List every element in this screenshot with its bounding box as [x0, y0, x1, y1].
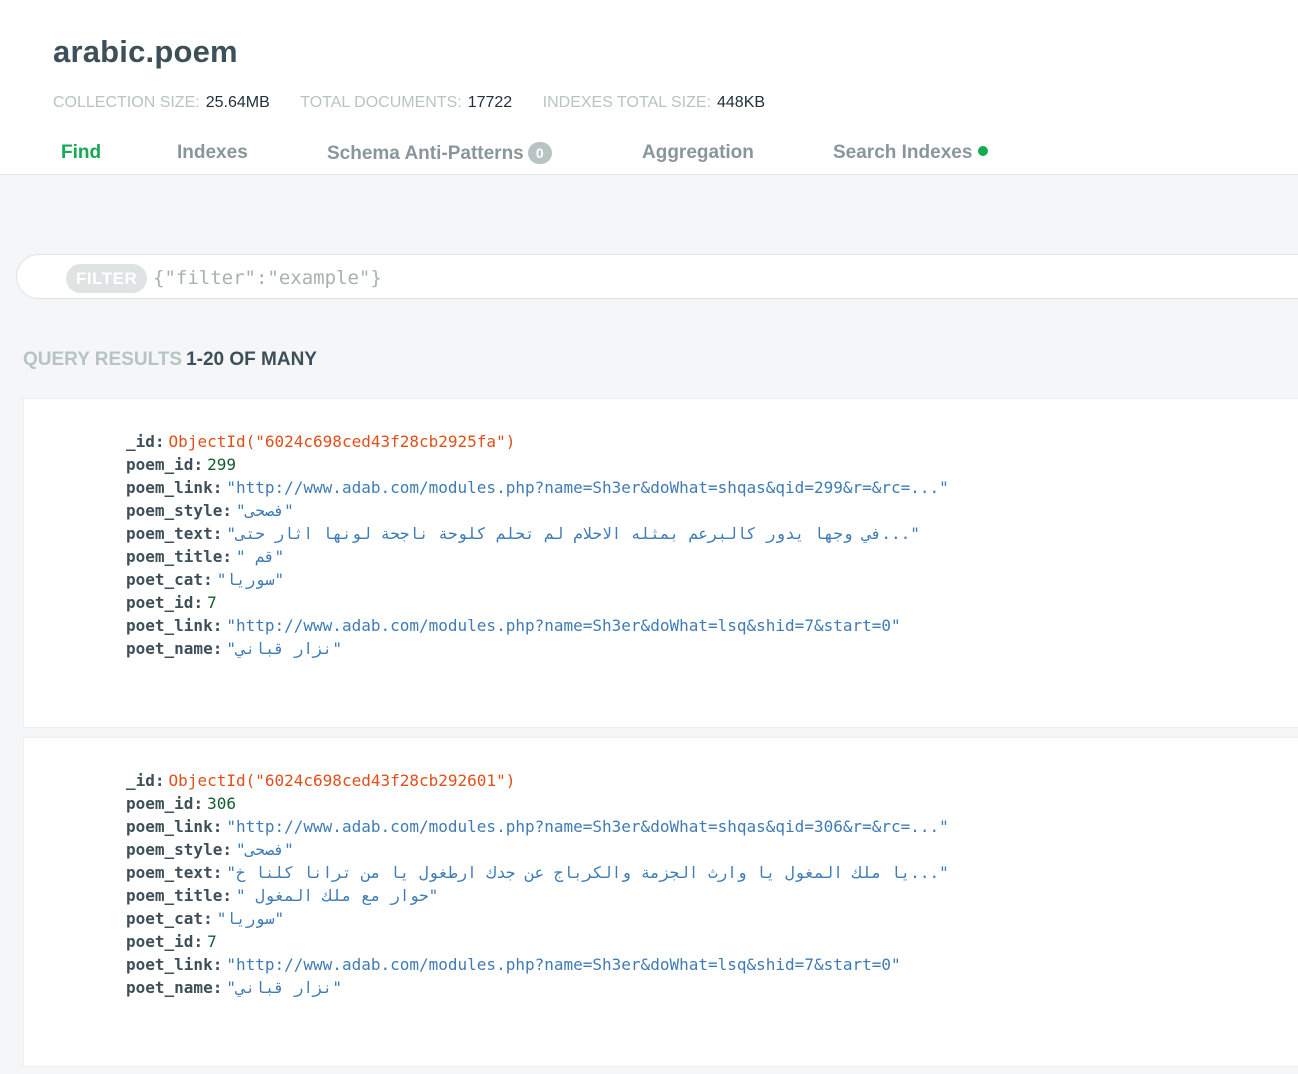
filter-bar: FILTER [16, 254, 1298, 299]
field-poet-name: poet_name: "نزار قباني" [126, 978, 342, 997]
field-key: poet_name [126, 978, 213, 997]
field-key: poet_id [126, 932, 194, 951]
field-value: "نزار قباني" [226, 639, 342, 658]
stat-value: 25.64MB [205, 94, 270, 111]
field-value: 7 [207, 593, 217, 612]
document-fields: _id: ObjectId("6024c698ced43f28cb292601")… [126, 769, 949, 999]
collection-tabs: Find Indexes Schema Anti-Patterns 0 Aggre… [0, 138, 1298, 174]
status-dot-icon [978, 146, 989, 156]
stat-collection-size: COLLECTION SIZE: 25.64MB [53, 94, 270, 112]
tab-find[interactable]: Find [61, 142, 101, 164]
field-key: poet_link [126, 616, 213, 635]
field-key: poem_title [126, 886, 223, 905]
field-poem-link: poem_link: "http://www.adab.com/modules.p… [126, 817, 949, 836]
field-poet-name: poet_name: "نزار قباني" [126, 639, 342, 658]
field-key: poet_id [126, 593, 194, 612]
query-results-label: QUERY RESULTS [23, 349, 183, 370]
field-poem-id: poem_id: 299 [126, 455, 236, 474]
stat-total-documents: TOTAL DOCUMENTS: 17722 [300, 94, 512, 112]
collection-header: arabic.poem COLLECTION SIZE: 25.64MB TOTA… [0, 0, 1298, 175]
field-poem-title: poem_title: " قم" [126, 547, 285, 566]
tab-search-indexes[interactable]: Search Indexes [833, 142, 989, 164]
field-value: "http://www.adab.com/modules.php?name=Sh… [226, 817, 949, 836]
query-results-range: 1-20 OF MANY [186, 349, 317, 370]
field-key: poem_link [126, 478, 213, 497]
field-value: 299 [207, 455, 236, 474]
field-poet-link: poet_link: "http://www.adab.com/modules.p… [126, 955, 901, 974]
field-value: "http://www.adab.com/modules.php?name=Sh… [226, 616, 901, 635]
find-view: FILTER QUERY RESULTS1-20 OF MANY _id:Obj… [0, 175, 1298, 1074]
field-key: poem_style [126, 840, 223, 859]
field-id: _id: ObjectId("6024c698ced43f28cb292601") [126, 771, 516, 790]
document-card[interactable]: _id: ObjectId("6024c698ced43f28cb2925fa")… [23, 398, 1298, 728]
field-key: poet_cat [126, 909, 204, 928]
field-value: ObjectId("6024c698ced43f28cb2925fa") [168, 432, 516, 451]
field-key: poem_id [126, 794, 194, 813]
tab-label: Schema Anti-Patterns [327, 143, 524, 164]
collection-stats: COLLECTION SIZE: 25.64MB TOTAL DOCUMENTS:… [53, 94, 791, 112]
field-value: "فصحى" [235, 501, 294, 520]
field-poem-link: poem_link: "http://www.adab.com/modules.p… [126, 478, 949, 497]
field-value: "فصحى" [235, 840, 294, 859]
stat-value: 448KB [717, 94, 766, 111]
document-card[interactable]: _id: ObjectId("6024c698ced43f28cb292601")… [23, 737, 1298, 1067]
field-key: _id [126, 771, 155, 790]
field-value: "نزار قباني" [226, 978, 342, 997]
field-value: "سوريا" [216, 570, 285, 589]
stat-indexes-total-size: INDEXES TOTAL SIZE: 448KB [543, 94, 765, 112]
field-value: 306 [207, 794, 236, 813]
field-key: poem_title [126, 547, 223, 566]
tab-label: Search Indexes [833, 142, 973, 163]
field-value: " قم" [235, 547, 285, 566]
query-results-heading: QUERY RESULTS 1-20 OF MANY [23, 349, 317, 371]
field-poet-cat: poet_cat: "سوريا" [126, 909, 285, 928]
field-value: 7 [207, 932, 217, 951]
field-poem-style: poem_style: "فصحى" [126, 501, 294, 520]
stat-value: 17722 [467, 94, 513, 111]
field-poet-id: poet_id: 7 [126, 593, 217, 612]
field-key: poet_link [126, 955, 213, 974]
field-value: "http://www.adab.com/modules.php?name=Sh… [226, 478, 949, 497]
field-key: poet_name [126, 639, 213, 658]
field-id: _id: ObjectId("6024c698ced43f28cb2925fa") [126, 432, 516, 451]
field-key: poem_text [126, 524, 213, 543]
field-value: "في وجها يدور كالبرعم بمثله الاحلام لم ت… [226, 524, 920, 543]
field-poet-cat: poet_cat: "سوريا" [126, 570, 285, 589]
stat-label: INDEXES TOTAL SIZE: [542, 94, 711, 111]
collection-title: arabic.poem [53, 34, 238, 69]
document-fields: _id: ObjectId("6024c698ced43f28cb2925fa")… [126, 430, 949, 660]
field-poem-text: poem_text: "يا ملك المغول يا وارث الجزمة … [126, 863, 949, 882]
tab-schema-anti-patterns[interactable]: Schema Anti-Patterns 0 [327, 142, 552, 165]
stat-label: TOTAL DOCUMENTS: [300, 94, 462, 111]
field-poet-link: poet_link: "http://www.adab.com/modules.p… [126, 616, 901, 635]
field-key: poem_id [126, 455, 194, 474]
field-key: _id [126, 432, 155, 451]
field-key: poem_style [126, 501, 223, 520]
field-key: poem_text [126, 863, 213, 882]
field-value: "سوريا" [216, 909, 285, 928]
field-poem-text: poem_text: "في وجها يدور كالبرعم بمثله ال… [126, 524, 920, 543]
tab-indexes[interactable]: Indexes [177, 142, 248, 164]
field-key: poet_cat [126, 570, 204, 589]
field-poem-style: poem_style: "فصحى" [126, 840, 294, 859]
field-value: "يا ملك المغول يا وارث الجزمة والكرباج ع… [226, 863, 949, 882]
tab-aggregation[interactable]: Aggregation [642, 142, 754, 164]
field-poem-title: poem_title: " حوار مع ملك المغول" [126, 886, 439, 905]
filter-input[interactable] [153, 263, 1053, 292]
field-value: ObjectId("6024c698ced43f28cb292601") [168, 771, 516, 790]
field-poem-id: poem_id: 306 [126, 794, 236, 813]
filter-label: FILTER [66, 264, 148, 293]
field-value: " حوار مع ملك المغول" [235, 886, 439, 905]
field-key: poem_link [126, 817, 213, 836]
field-poet-id: poet_id: 7 [126, 932, 217, 951]
field-value: "http://www.adab.com/modules.php?name=Sh… [226, 955, 901, 974]
anti-pattern-count-badge: 0 [527, 142, 552, 164]
stat-label: COLLECTION SIZE: [53, 94, 200, 111]
